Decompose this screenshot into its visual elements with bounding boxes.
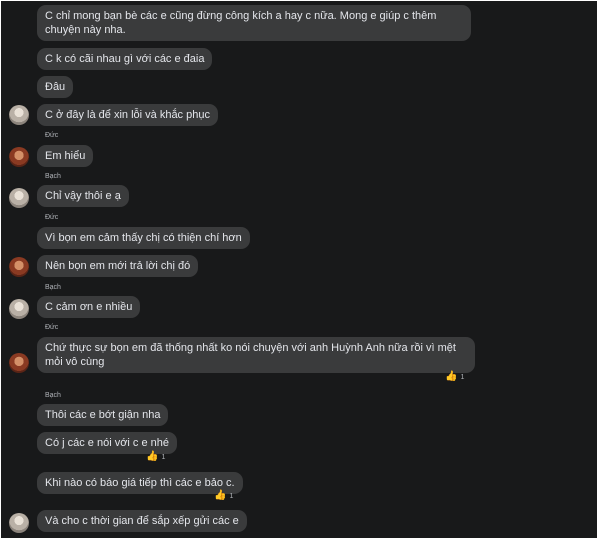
message-bubble[interactable]: Khi nào có báo giá tiếp thì các e bảo c. [37, 472, 243, 494]
sender-name: Bạch [45, 173, 61, 180]
avatar-duc[interactable] [9, 257, 29, 277]
thumbs-up-icon: 👍 [445, 371, 458, 382]
message-bubble[interactable]: Và cho c thời gian để sắp xếp gửi các e [37, 510, 247, 532]
reaction-badge[interactable]: 👍 1 [445, 371, 464, 383]
message-bubble[interactable]: Nên bọn em mới trả lời chị đó [37, 255, 199, 277]
chat-window: C chỉ mong bạn bè các e cũng đừng công k… [1, 1, 597, 538]
avatar-bach[interactable] [9, 105, 29, 125]
message-bubble[interactable]: Em hiểu [37, 145, 94, 167]
sender-name: Đức [45, 214, 59, 221]
reaction-badge[interactable]: 👍 1 [146, 451, 165, 463]
sender-name: Đức [45, 324, 59, 331]
reaction-badge[interactable]: 👍 1 [214, 490, 233, 502]
message-bubble[interactable]: C k có cãi nhau gì với các e đaia [37, 48, 213, 70]
avatar-bach[interactable] [9, 188, 29, 208]
message-bubble[interactable]: C ở đây là để xin lỗi và khắc phục [37, 104, 218, 126]
reaction-count: 1 [229, 492, 234, 500]
thumbs-up-icon: 👍 [214, 490, 227, 501]
message-bubble[interactable]: Đâu [37, 76, 74, 98]
message-bubble[interactable]: C chỉ mong bạn bè các e cũng đừng công k… [37, 5, 471, 41]
thumbs-up-icon: 👍 [146, 451, 159, 462]
avatar-bach[interactable] [9, 299, 29, 319]
reaction-count: 1 [161, 453, 166, 461]
avatar-duc[interactable] [9, 147, 29, 167]
message-bubble[interactable]: Chỉ vậy thôi e ạ [37, 185, 129, 207]
sender-name: Bạch [45, 284, 61, 291]
sender-name: Đức [45, 132, 59, 139]
reaction-count: 1 [460, 373, 465, 381]
sender-name: Bạch [45, 392, 61, 399]
message-bubble[interactable]: C cảm ơn e nhiều [37, 296, 141, 318]
avatar-bach[interactable] [9, 513, 29, 533]
message-bubble[interactable]: Chứ thực sự bọn em đã thống nhất ko nói … [37, 337, 475, 373]
avatar-duc[interactable] [9, 353, 29, 373]
message-bubble[interactable]: Thôi các e bớt giận nha [37, 404, 169, 426]
message-bubble[interactable]: Vì bọn em cảm thấy chị có thiện chí hơn [37, 227, 250, 249]
